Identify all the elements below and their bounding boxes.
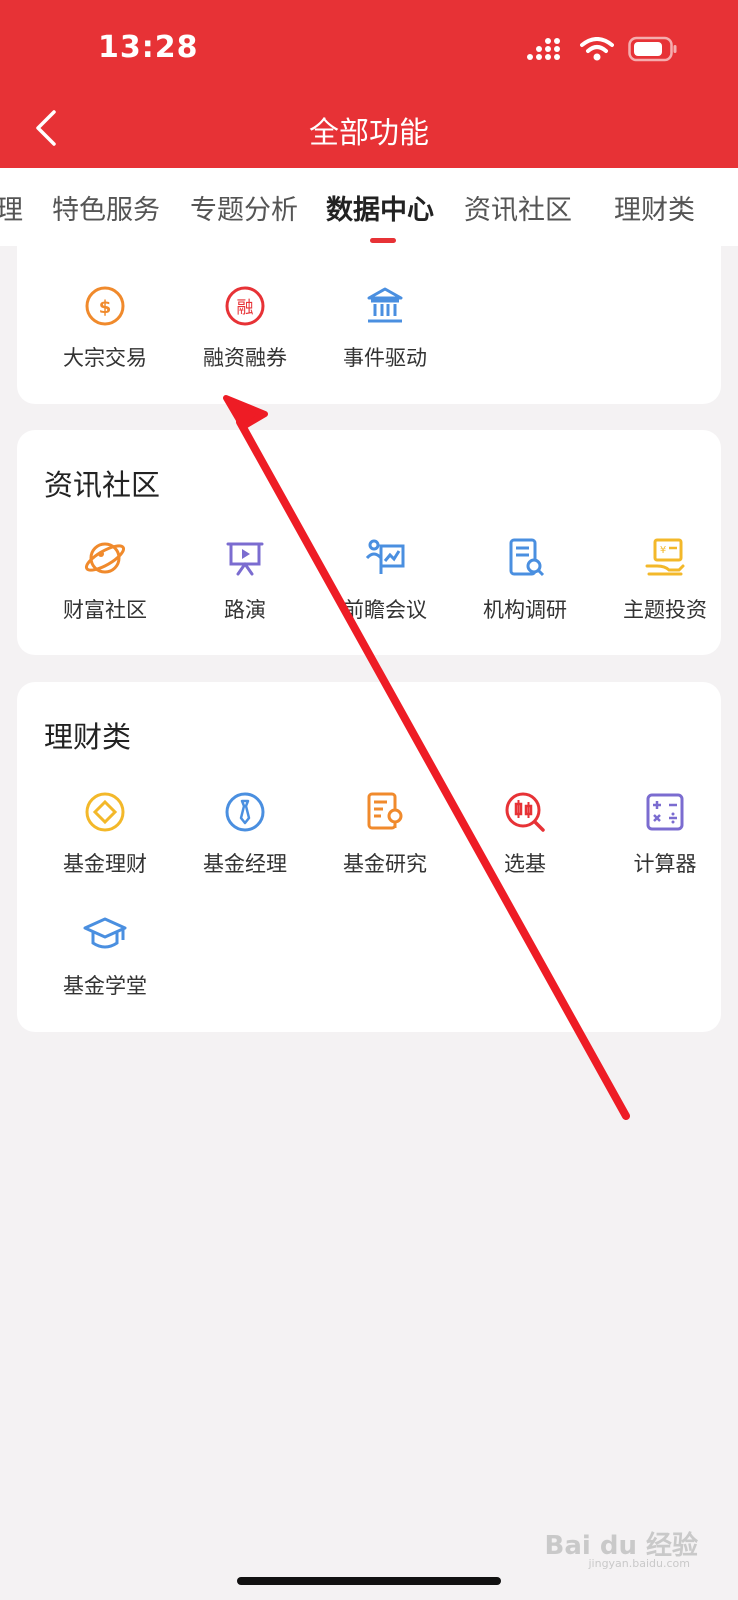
- section-title: 理财类: [44, 720, 132, 754]
- item-roadshow[interactable]: 路演: [175, 536, 315, 624]
- graduation-cap-icon: [83, 917, 127, 949]
- dollar-circle-icon: $: [85, 286, 125, 326]
- status-time: 13:28: [98, 30, 199, 65]
- candlestick-search-icon: [505, 792, 545, 832]
- finance-card: 理财类 基金理财 基金经理 基金研究 选基 计算器 基金学堂: [17, 682, 721, 1032]
- item-forward-meeting[interactable]: 前瞻会议: [315, 536, 455, 624]
- item-label: 选基: [504, 852, 546, 876]
- item-label: 基金研究: [343, 852, 427, 876]
- tab-wealth[interactable]: 理财类: [614, 188, 695, 227]
- manager-tie-icon: [225, 792, 265, 832]
- cellular-signal-icon: [527, 38, 560, 60]
- item-fund-school[interactable]: 基金学堂: [35, 912, 175, 1000]
- item-label: 基金经理: [203, 852, 287, 876]
- wifi-icon: [580, 37, 614, 61]
- tab-topic-analysis[interactable]: 专题分析: [190, 188, 298, 227]
- item-label: 主题投资: [623, 598, 707, 622]
- item-select-fund[interactable]: 选基: [455, 790, 595, 878]
- item-label: 融资融券: [203, 346, 287, 370]
- tab-special-services[interactable]: 特色服务: [52, 188, 160, 227]
- item-fund-finance[interactable]: 基金理财: [35, 790, 175, 878]
- watermark-url: jingyan.baidu.com: [588, 1557, 690, 1570]
- item-label: 大宗交易: [63, 346, 147, 370]
- item-event-driven[interactable]: 事件驱动: [315, 284, 455, 372]
- item-fund-manager[interactable]: 基金经理: [175, 790, 315, 878]
- item-fund-research[interactable]: 基金研究: [315, 790, 455, 878]
- item-calculator[interactable]: 计算器: [595, 790, 735, 878]
- item-label: 基金理财: [63, 852, 147, 876]
- category-tabs: 理 特色服务 专题分析 数据中心 资讯社区 理财类: [0, 168, 738, 246]
- item-wealth-community[interactable]: 财富社区: [35, 536, 175, 624]
- item-label: 前瞻会议: [343, 598, 427, 622]
- item-label: 事件驱动: [343, 346, 427, 370]
- svg-text:¥: ¥: [660, 545, 666, 556]
- bank-building-icon: [367, 287, 403, 323]
- item-label: 路演: [224, 598, 266, 622]
- margin-trading-icon: 融: [225, 286, 265, 326]
- page-title: 全部功能: [309, 116, 429, 151]
- tab-data-center[interactable]: 数据中心: [326, 188, 434, 227]
- meeting-chart-icon: [365, 539, 405, 574]
- research-doc-icon: [367, 792, 403, 830]
- svg-text:融: 融: [237, 298, 254, 318]
- document-search-icon: [509, 538, 545, 577]
- app-header: 13:28 全部功能: [0, 0, 738, 168]
- planet-icon: [84, 542, 126, 574]
- coin-diamond-icon: [85, 792, 125, 832]
- svg-text:$: $: [99, 297, 112, 318]
- item-institution-research[interactable]: 机构调研: [455, 536, 595, 624]
- item-block-trade[interactable]: $ 大宗交易: [35, 284, 175, 372]
- battery-icon: [628, 36, 677, 62]
- calculator-icon: [646, 793, 684, 831]
- tab-news-community[interactable]: 资讯社区: [464, 188, 572, 227]
- tab-management[interactable]: 理: [0, 188, 23, 227]
- hand-money-icon: ¥: [645, 538, 685, 576]
- section-title: 资讯社区: [44, 468, 161, 502]
- item-label: 机构调研: [483, 598, 567, 622]
- home-indicator[interactable]: [237, 1577, 501, 1585]
- item-margin-trading[interactable]: 融 融资融券: [175, 284, 315, 372]
- presentation-icon: [226, 542, 264, 576]
- item-label: 财富社区: [63, 598, 147, 622]
- news-community-card: 资讯社区 财富社区 路演 前瞻会议 机构调研 ¥ 主题投资: [17, 430, 721, 655]
- status-icons: [526, 36, 678, 62]
- active-tab-indicator: [370, 238, 396, 243]
- item-label: 计算器: [633, 852, 697, 876]
- data-center-card: $ 大宗交易 融 融资融券 事件驱动: [17, 246, 721, 404]
- item-theme-investment[interactable]: ¥ 主题投资: [595, 536, 735, 624]
- item-label: 基金学堂: [63, 974, 147, 998]
